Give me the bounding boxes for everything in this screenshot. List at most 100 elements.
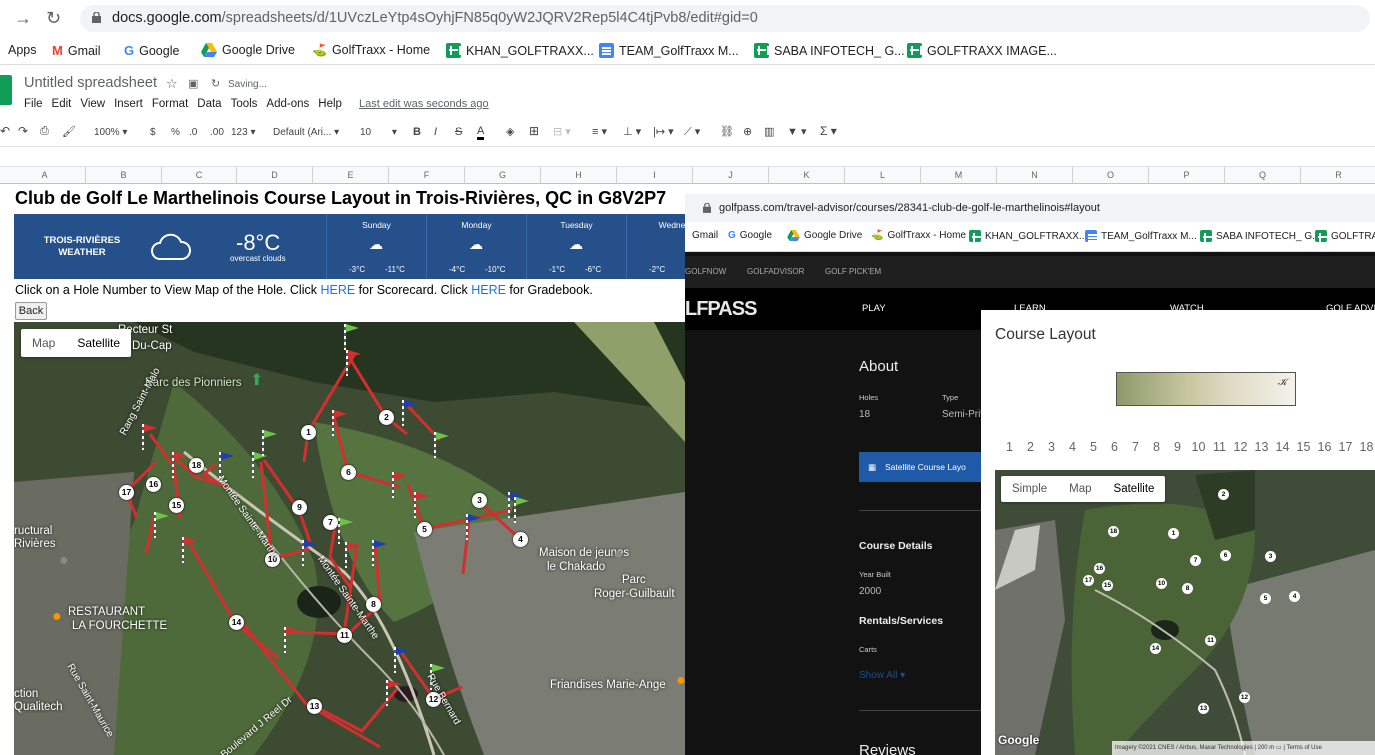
layout-hole-marker[interactable]: 3 [1265,551,1276,562]
hole-button-8[interactable]: 8 [1146,440,1167,454]
menu-file[interactable]: File [24,98,43,110]
chart-icon[interactable]: ▥ [764,125,774,138]
layout-hole-marker[interactable]: 12 [1239,692,1250,703]
simple-view-button[interactable]: Simple [1001,476,1058,502]
bookmark-saba-infotech[interactable]: SABA INFOTECH_ G... [1200,230,1320,242]
undo-icon[interactable]: ↶ [0,124,10,138]
golfpass-logo[interactable]: LFPASS [685,298,757,321]
currency-button[interactable]: $ [150,127,156,138]
filter-icon[interactable]: ▼ ▾ [787,125,806,138]
column-header-p[interactable]: P [1149,167,1225,184]
hole-button-3[interactable]: 3 [1041,440,1062,454]
hole-button-6[interactable]: 6 [1104,440,1125,454]
last-edit-link[interactable]: Last edit was seconds ago [359,98,489,110]
bookmark-google[interactable]: G Google [728,230,772,241]
bookmark-khan-golftraxx[interactable]: KHAN_GOLFTRAXX... [969,230,1087,242]
hole-marker[interactable]: 11 [337,628,352,643]
menu-help[interactable]: Help [318,98,342,110]
layout-hole-marker[interactable]: 6 [1220,550,1231,561]
hole-marker[interactable]: 5 [417,522,432,537]
url-field[interactable]: docs.google.com/spreadsheets/d/1UVczLeYt… [80,5,1370,32]
layout-hole-marker[interactable]: 17 [1083,575,1094,586]
subnav-golfadvisor[interactable]: GOLFADVISOR [747,267,804,276]
text-wrap-icon[interactable]: |↦ ▾ [653,125,674,138]
bookmark-google[interactable]: G Google [124,43,179,58]
hole-button-15[interactable]: 15 [1293,440,1314,454]
map-view-button[interactable]: Map [21,329,66,357]
comment-icon[interactable]: ⊕ [743,125,752,138]
column-header-m[interactable]: M [921,167,997,184]
increase-decimal-button[interactable]: .00 [210,127,224,138]
column-header-h[interactable]: H [541,167,617,184]
column-header-n[interactable]: N [997,167,1073,184]
scorecard-link[interactable]: HERE [320,283,355,297]
hole-marker[interactable]: 2 [379,410,394,425]
column-header-e[interactable]: E [313,167,389,184]
bookmark-gmail[interactable]: M Gmail [52,43,101,58]
satellite-view-button[interactable]: Satellite [1103,476,1166,502]
column-header-l[interactable]: L [845,167,921,184]
column-header-d[interactable]: D [237,167,313,184]
shop-pin-icon[interactable]: ● [676,672,685,690]
nav-play[interactable]: PLAY [862,303,886,314]
menu-view[interactable]: View [80,98,105,110]
column-header-i[interactable]: I [617,167,693,184]
subnav-golfnow[interactable]: GOLFNOW [685,267,726,276]
hole-marker[interactable]: 1 [301,425,316,440]
star-icon[interactable]: ☆ [166,76,178,92]
bookmark-apps[interactable]: Apps [8,43,37,57]
place-pin-icon[interactable]: ● [614,546,624,564]
satellite-layout-button[interactable]: ▦ Satellite Course Layo [859,452,981,482]
text-rotate-icon[interactable]: ⟋ ▾ [684,125,700,139]
fill-color-icon[interactable]: ◈ [506,125,514,138]
hole-marker[interactable]: 13 [307,699,322,714]
document-title[interactable]: Untitled spreadsheet [24,75,157,91]
layout-hole-marker[interactable]: 5 [1260,593,1271,604]
move-folder-icon[interactable]: ▣ [188,77,198,90]
layout-hole-marker[interactable]: 16 [1094,563,1105,574]
functions-button[interactable]: Σ ▾ [820,124,837,138]
hole-marker[interactable]: 15 [169,498,184,513]
forward-arrow-icon[interactable]: → [14,8,32,29]
horizontal-align-icon[interactable]: ≡ ▾ [592,125,607,138]
park-pin-icon[interactable]: ⬆ [250,370,263,390]
hole-button-16[interactable]: 16 [1314,440,1335,454]
sheets-logo-icon[interactable] [0,75,12,105]
formula-bar[interactable] [0,148,1375,167]
subnav-golf-pickem[interactable]: GOLF PICK'EM [825,267,881,276]
text-color-button[interactable]: A [477,125,485,140]
reload-icon[interactable]: ↻ [46,8,61,29]
layout-hole-marker[interactable]: 1 [1168,528,1179,539]
link-icon[interactable]: ⛓ [720,125,734,138]
course-satellite-map[interactable]: 1 2 3 4 5 6 7 8 9 10 11 12 13 14 15 16 17 18 Parc des Pio… [14,322,685,755]
bookmark-golftraxx-home[interactable]: ⛳ GolfTraxx - Home [312,43,430,57]
layout-hole-marker[interactable]: 8 [1182,583,1193,594]
satellite-view-button[interactable]: Satellite [66,329,131,357]
column-header-b[interactable]: B [86,167,162,184]
hole-button-9[interactable]: 9 [1167,440,1188,454]
menu-edit[interactable]: Edit [52,98,72,110]
bookmark-google-drive[interactable]: Google Drive [201,43,295,57]
show-all-link[interactable]: Show All ▾ [859,670,905,681]
hole-marker[interactable]: 7 [323,515,338,530]
column-header-g[interactable]: G [465,167,541,184]
place-pin-icon[interactable]: ● [59,552,69,570]
redo-icon[interactable]: ↷ [18,124,28,138]
hole-button-5[interactable]: 5 [1083,440,1104,454]
hole-marker[interactable]: 9 [292,500,307,515]
hole-marker[interactable]: 17 [119,485,134,500]
layout-hole-marker[interactable]: 18 [1108,526,1119,537]
hole-button-1[interactable]: 1 [999,440,1020,454]
bookmark-golftraxx-image[interactable]: GOLFTRAXX IMAGE... [907,43,1057,58]
layout-satellite-map[interactable]: 1 2 3 4 5 6 7 8 10 11 12 13 14 15 16 17 18 Simple Map Sa… [995,470,1375,755]
bookmark-khan-golftraxx[interactable]: KHAN_GOLFTRAXX... [446,43,594,58]
column-header-q[interactable]: Q [1225,167,1301,184]
hole-button-11[interactable]: 11 [1209,440,1230,454]
menu-format[interactable]: Format [152,98,188,110]
paint-format-icon[interactable]: 🖌 [62,125,76,138]
layout-hole-marker[interactable]: 7 [1190,555,1201,566]
percent-button[interactable]: % [171,127,180,138]
golfpass-address-bar[interactable]: golfpass.com/travel-advisor/courses/2834… [685,194,1375,222]
column-header-f[interactable]: F [389,167,465,184]
column-header-k[interactable]: K [769,167,845,184]
